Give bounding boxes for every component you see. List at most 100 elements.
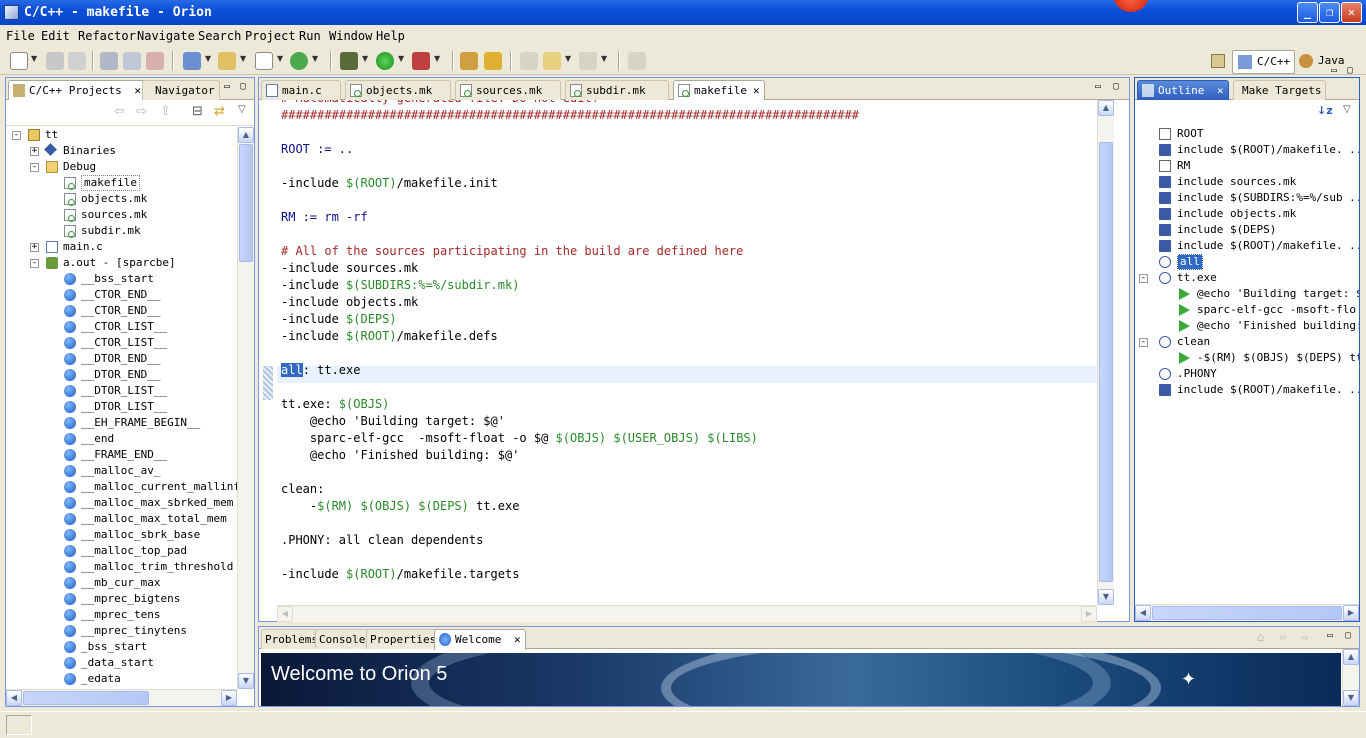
debug-dropdown-icon[interactable]: ▼ [362, 54, 368, 63]
tree-item[interactable]: __FRAME_END__ [6, 447, 238, 463]
outline-item[interactable]: @echo 'Finished building: ... [1135, 318, 1359, 334]
outline-item[interactable]: include $(DEPS) [1135, 222, 1359, 238]
outline-item[interactable]: sparc-elf-gcc -msoft-flo ... [1135, 302, 1359, 318]
tree-item[interactable]: __malloc_max_sbrked_mem [6, 495, 238, 511]
outline-item[interactable]: @echo 'Building target: $ ... [1135, 286, 1359, 302]
outline-item[interactable]: include objects.mk [1135, 206, 1359, 222]
editor-scroll-left-icon[interactable]: ◀ [277, 606, 293, 622]
new-file-dropdown-icon[interactable]: ▼ [277, 54, 283, 63]
forward-icon[interactable] [579, 52, 597, 70]
new-project-dropdown-icon[interactable]: ▼ [205, 54, 211, 63]
welcome-forward-icon[interactable]: ⇨ [1301, 630, 1308, 644]
tab-console[interactable]: Console [315, 629, 371, 649]
maximize-outline-icon[interactable]: ▢ [1347, 66, 1357, 76]
outline-item[interactable]: RM [1135, 158, 1359, 174]
tree-item[interactable]: __CTOR_LIST__ [6, 319, 238, 335]
open-type-icon[interactable] [460, 52, 478, 70]
run-dropdown-icon[interactable]: ▼ [398, 54, 404, 63]
outline-item[interactable]: ROOT [1135, 126, 1359, 142]
outline-item[interactable]: all [1135, 254, 1359, 270]
save-icon[interactable] [46, 52, 64, 70]
menu-navigate[interactable]: Navigate [137, 29, 195, 43]
close-editor-tab-icon[interactable]: ✕ [753, 84, 760, 97]
new-dropdown-icon[interactable]: ▼ [31, 54, 37, 63]
projects-horizontal-scrollbar[interactable]: ◀ ▶ [6, 689, 237, 706]
menu-project[interactable]: Project [245, 29, 296, 43]
editor-scroll-right-icon[interactable]: ▶ [1081, 606, 1097, 622]
tab-welcome[interactable]: Welcome ✕ [434, 629, 526, 650]
up-folder-icon[interactable]: ⇧ [160, 104, 171, 119]
scroll-thumb[interactable] [239, 144, 253, 262]
collapse-icon[interactable]: - [1139, 274, 1148, 283]
maximize-button[interactable]: ❐ [1319, 2, 1340, 23]
tree-item[interactable]: __malloc_sbrk_base [6, 527, 238, 543]
perspective-cpp[interactable]: C/C++ [1232, 50, 1296, 74]
welcome-back-icon[interactable]: ⇦ [1279, 630, 1286, 644]
tree-item[interactable]: _edata [6, 671, 238, 687]
collapse-icon[interactable]: - [30, 259, 39, 268]
tab-outline[interactable]: Outline ✕ [1137, 80, 1229, 101]
editor-vertical-scrollbar[interactable]: ▲ ▼ [1097, 100, 1114, 605]
tree-item[interactable]: __malloc_current_mallinfo [6, 479, 238, 495]
minimize-view-icon[interactable]: ▭ [224, 82, 234, 92]
build-icon[interactable] [123, 52, 141, 70]
code-area[interactable]: # Automatically-generated file. Do not e… [277, 100, 1097, 605]
new-folder-icon[interactable] [218, 52, 236, 70]
outline-item[interactable]: - tt.exe [1135, 270, 1359, 286]
menu-help[interactable]: Help [376, 29, 405, 43]
maximize-bottom-icon[interactable]: ▢ [1345, 631, 1355, 641]
view-menu-icon[interactable]: ▽ [238, 104, 246, 115]
outline-item[interactable]: -$(RM) $(OBJS) $(DEPS) tt ... [1135, 350, 1359, 366]
maximize-view-icon[interactable]: ▢ [240, 82, 250, 92]
tree-item[interactable]: __EH_FRAME_BEGIN__ [6, 415, 238, 431]
last-edit-icon[interactable] [520, 52, 538, 70]
collapse-icon[interactable]: - [30, 163, 39, 172]
scroll-up-icon[interactable]: ▲ [238, 127, 254, 143]
build-all-icon[interactable] [100, 52, 118, 70]
menu-file[interactable]: File [6, 29, 35, 43]
tree-item[interactable]: subdir.mk [6, 223, 238, 239]
tree-item[interactable]: + main.c [6, 239, 238, 255]
bottom-scroll-up-icon[interactable]: ▲ [1343, 649, 1359, 665]
forward-arrow-icon[interactable]: ⇨ [136, 104, 147, 119]
editor-horizontal-scrollbar[interactable]: ◀ ▶ [277, 605, 1097, 622]
tree-item[interactable]: __CTOR_END__ [6, 303, 238, 319]
open-perspective-button[interactable] [1206, 50, 1228, 74]
tree-item[interactable]: objects.mk [6, 191, 238, 207]
search-icon[interactable] [484, 52, 502, 70]
close-outline-icon[interactable]: ✕ [1217, 84, 1224, 97]
tree-item[interactable]: __malloc_trim_threshold [6, 559, 238, 575]
editor-tab[interactable]: makefile ✕ [673, 80, 765, 101]
clean-icon[interactable] [146, 52, 164, 70]
external-tools-icon[interactable] [412, 52, 430, 70]
outline-scroll-thumb[interactable] [1152, 606, 1342, 620]
tab-make-targets[interactable]: Make Targets [1233, 80, 1327, 100]
tree-item[interactable]: __DTOR_END__ [6, 351, 238, 367]
outline-horizontal-scrollbar[interactable]: ◀ ▶ [1135, 604, 1359, 621]
scroll-down-icon[interactable]: ▼ [238, 673, 254, 689]
close-welcome-icon[interactable]: ✕ [514, 633, 521, 646]
minimize-editor-icon[interactable]: ▭ [1095, 82, 1105, 92]
tree-item[interactable]: - Debug [6, 159, 238, 175]
menu-run[interactable]: Run [299, 29, 321, 43]
tree-item[interactable]: - a.out - [sparcbe] [6, 255, 238, 271]
h-scroll-thumb[interactable] [23, 691, 149, 705]
tab-problems[interactable]: Problems [261, 629, 323, 649]
minimize-button[interactable]: _ [1297, 2, 1318, 23]
sort-icon[interactable]: ↓z [1317, 104, 1333, 117]
scroll-left-icon[interactable]: ◀ [6, 690, 22, 706]
tree-item[interactable]: + Binaries [6, 143, 238, 159]
tree-item[interactable]: _bss_start [6, 639, 238, 655]
menu-edit[interactable]: Edit [41, 29, 70, 43]
expand-icon[interactable]: + [30, 243, 39, 252]
outline-view-menu-icon[interactable]: ▽ [1343, 104, 1351, 115]
new-class-icon[interactable] [290, 52, 308, 70]
outline-item[interactable]: include sources.mk [1135, 174, 1359, 190]
scroll-right-icon[interactable]: ▶ [221, 690, 237, 706]
outline-item[interactable]: .PHONY [1135, 366, 1359, 382]
close-button[interactable]: ✕ [1341, 2, 1362, 23]
outline-item[interactable]: include $(SUBDIRS:%=%/sub ... [1135, 190, 1359, 206]
tree-item[interactable]: __bss_start [6, 271, 238, 287]
tree-item[interactable]: __DTOR_LIST__ [6, 383, 238, 399]
maximize-editor-icon[interactable]: ▢ [1113, 82, 1123, 92]
